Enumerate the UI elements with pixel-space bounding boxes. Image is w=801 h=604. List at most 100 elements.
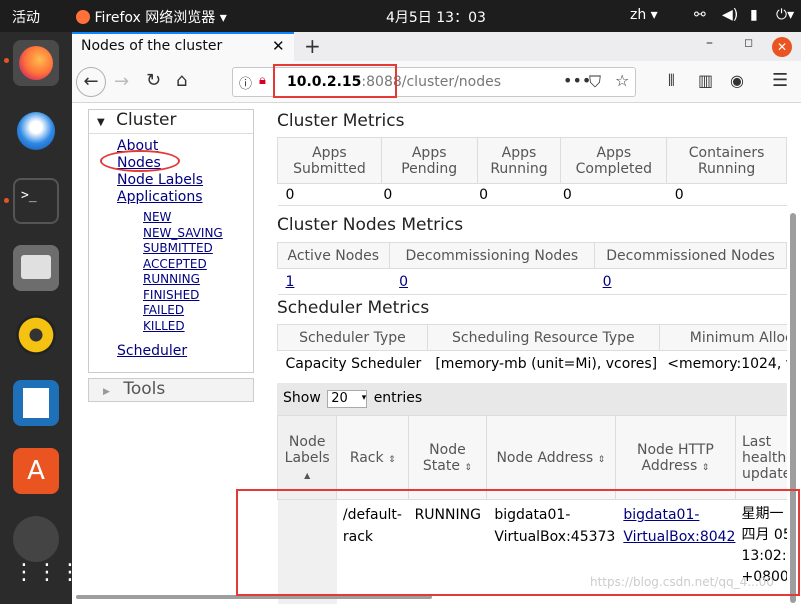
header-line: Running — [490, 160, 548, 177]
running-indicator — [4, 58, 9, 63]
col-node-address[interactable]: Node Address ⇕ — [485, 415, 616, 500]
reload-icon[interactable]: ↻ — [146, 70, 161, 91]
col-last-health-update[interactable]: Last health-update — [734, 415, 787, 500]
col-apps-submitted[interactable]: Apps Submitted — [277, 137, 382, 184]
sidebar-toggle-icon[interactable]: ▥ — [698, 71, 713, 90]
sidebar-link-applications[interactable]: Applications — [117, 189, 253, 206]
app-state-killed[interactable]: KILLED — [143, 319, 253, 335]
show-applications-grid-icon[interactable]: ⋮⋮⋮ — [13, 550, 81, 596]
activities-button[interactable]: 活动 — [12, 7, 40, 27]
tab-title: Nodes of the cluster — [81, 38, 223, 54]
battery-icon[interactable]: ▮ — [750, 7, 758, 23]
sort-up-icon: ▲ — [304, 470, 311, 480]
col-rack[interactable]: Rack ⇕ — [336, 415, 410, 500]
back-arrow-icon[interactable]: ← — [76, 67, 106, 97]
close-tab-icon[interactable]: ✕ — [272, 37, 285, 55]
clock[interactable]: 4月5日 13：03 — [386, 7, 486, 27]
input-method-label: zh — [630, 7, 647, 23]
sort-icon: ⇕ — [464, 462, 472, 473]
header-line: Apps — [411, 144, 447, 161]
forward-arrow-icon[interactable]: → — [114, 71, 129, 92]
metric-apps-pending: 0 — [383, 186, 393, 203]
nodes-metrics-table: Active Nodes Decommissioning Nodes Decom… — [277, 242, 787, 295]
app-state-new-saving[interactable]: NEW_SAVING — [143, 226, 253, 242]
col-apps-completed[interactable]: Apps Completed — [560, 137, 668, 184]
files-dock-icon[interactable] — [13, 245, 59, 291]
cluster-header[interactable]: ▼ Cluster — [89, 110, 253, 134]
terminal-dock-icon[interactable]: >_ — [13, 178, 59, 224]
entries-select-value: 20 — [331, 391, 348, 406]
volume-icon[interactable]: ◀) — [722, 7, 738, 23]
col-active-nodes[interactable]: Active Nodes — [277, 242, 390, 269]
app-state-failed[interactable]: FAILED — [143, 303, 253, 319]
col-scheduler-type[interactable]: Scheduler Type — [277, 324, 428, 351]
col-apps-pending[interactable]: Apps Pending — [380, 137, 478, 184]
app-state-submitted[interactable]: SUBMITTED — [143, 241, 253, 257]
rhythmbox-dock-icon[interactable] — [13, 312, 59, 358]
nodes-metrics-title: Cluster Nodes Metrics — [277, 215, 464, 235]
url-path: /cluster/nodes — [401, 74, 502, 90]
metric-apps-running: 0 — [479, 186, 488, 203]
software-center-dock-icon[interactable]: A — [13, 448, 59, 494]
minimize-icon[interactable]: – — [706, 35, 713, 51]
decommissioned-nodes-link[interactable]: 0 — [603, 274, 612, 290]
tab-bar: Nodes of the cluster ✕ + – ◻ ✕ — [72, 32, 801, 61]
metric-apps-completed: 0 — [562, 186, 572, 203]
pocket-icon[interactable]: ⛉ — [589, 72, 601, 92]
col-decommissioning-nodes[interactable]: Decommissioning Nodes — [388, 242, 596, 269]
tab-nodes-of-cluster[interactable]: Nodes of the cluster ✕ — [72, 32, 294, 61]
col-apps-running[interactable]: Apps Running — [476, 137, 562, 184]
scheduler-metrics-table: Scheduler Type Scheduling Resource Type … — [277, 324, 787, 377]
cluster-metrics-title: Cluster Metrics — [277, 111, 405, 131]
bookmark-star-icon[interactable]: ☆ — [615, 71, 629, 90]
network-icon[interactable]: ⚯ — [694, 7, 706, 23]
col-node-labels[interactable]: Node Labels ▲ — [277, 415, 338, 500]
input-method-indicator[interactable]: zh ▾ — [630, 7, 658, 23]
cluster-header-label: Cluster — [116, 110, 177, 130]
app-state-finished[interactable]: FINISHED — [143, 288, 253, 304]
col-minimum-allocation[interactable]: Minimum Alloc — [658, 324, 787, 351]
app-menu-label: Firefox 网络浏览器 — [94, 10, 216, 26]
app-state-new[interactable]: NEW — [143, 210, 253, 226]
app-state-accepted[interactable]: ACCEPTED — [143, 257, 253, 273]
triangle-down-icon: ▼ — [97, 117, 105, 128]
nodes-highlight-ellipse — [100, 150, 180, 172]
tools-header[interactable]: ▶ Tools — [88, 378, 254, 402]
power-menu-icon[interactable]: ⏻▾ — [776, 7, 794, 23]
active-nodes-link[interactable]: 1 — [286, 274, 295, 290]
close-window-icon[interactable]: ✕ — [772, 37, 792, 57]
chevron-down-icon: ▾ — [219, 10, 227, 26]
col-scheduling-resource-type[interactable]: Scheduling Resource Type — [426, 324, 660, 351]
header-line: Address — [641, 457, 698, 474]
col-node-state[interactable]: Node State ⇕ — [408, 415, 487, 500]
decommissioning-nodes-link[interactable]: 0 — [399, 274, 408, 290]
firefox-menu-button[interactable]: Firefox 网络浏览器 ▾ — [76, 7, 227, 27]
site-info-icon[interactable]: ⓘ — [239, 73, 252, 92]
firefox-dock-icon[interactable] — [13, 40, 59, 86]
insecure-lock-icon[interactable]: 🔒︎ — [259, 73, 266, 88]
minimum-allocation-value: <memory:1024, vC — [667, 355, 787, 372]
col-decommissioned-nodes[interactable]: Decommissioned Nodes — [594, 242, 787, 269]
account-icon[interactable]: ◉ — [730, 71, 744, 90]
col-node-http-address[interactable]: Node HTTP Address ⇕ — [614, 415, 736, 500]
scheduling-resource-type-value: [memory-mb (unit=Mi), vcores] — [435, 355, 658, 372]
hamburger-menu-icon[interactable]: ☰ — [772, 70, 788, 91]
sidebar-link-node-labels[interactable]: Node Labels — [117, 172, 253, 189]
thunderbird-dock-icon[interactable] — [13, 108, 59, 154]
libreoffice-writer-dock-icon[interactable] — [13, 380, 59, 426]
library-icon[interactable]: ⫴ — [668, 71, 675, 91]
header-line: Apps — [596, 144, 632, 161]
header-line: Completed — [575, 160, 653, 177]
maximize-icon[interactable]: ◻ — [744, 36, 753, 49]
entries-label: entries — [373, 390, 423, 406]
sidebar-link-scheduler[interactable]: Scheduler — [117, 343, 253, 360]
header-line: Pending — [401, 160, 458, 177]
page-actions-icon[interactable]: ••• — [563, 71, 591, 90]
scheduler-type-value: Capacity Scheduler — [285, 355, 422, 372]
new-tab-icon[interactable]: + — [304, 34, 321, 58]
chevron-down-icon: ▾ — [361, 393, 367, 403]
col-containers-running[interactable]: Containers Running — [666, 137, 787, 184]
home-icon[interactable]: ⌂ — [176, 70, 187, 91]
entries-select[interactable]: 20 ▾ — [327, 390, 368, 408]
app-state-running[interactable]: RUNNING — [143, 272, 253, 288]
